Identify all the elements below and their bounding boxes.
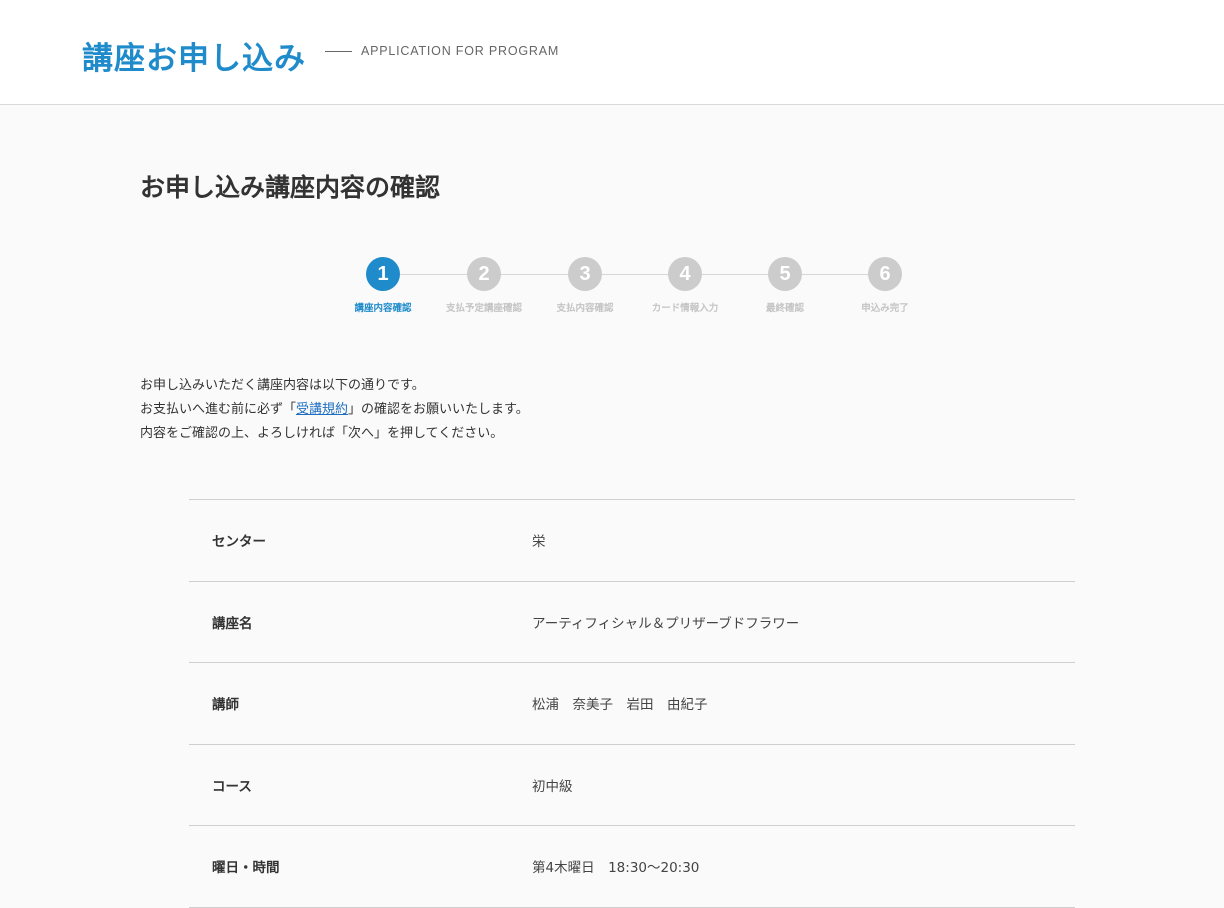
intro-line-2-before: お支払いへ進む前に必ず「 (140, 402, 297, 417)
step-1-circle: 1 (366, 257, 400, 291)
intro-line-2-after: 」の確認をお願いいたします。 (348, 402, 529, 417)
schedule-value: 第4木曜日 18:30〜20:30 (532, 860, 700, 877)
title-divider (325, 51, 352, 52)
table-row: 曜日・時間 第4木曜日 18:30〜20:30 (189, 826, 1075, 908)
step-4-circle: 4 (668, 257, 702, 291)
table-row: コース 初中級 (189, 744, 1075, 826)
site-title: 講座お申し込み (82, 41, 306, 77)
course-name-value: アーティフィシャル＆プリザーブドフラワー (532, 615, 800, 632)
intro-line-3: 内容をご確認の上、よろしければ「次へ」を押してください。 (140, 426, 504, 441)
table-row: センター 栄 (189, 500, 1075, 582)
step-1-label: 講座内容確認 (354, 303, 412, 314)
instructor-label: 講師 (212, 697, 239, 714)
step-4-label: カード情報入力 (651, 303, 719, 314)
step-3-circle: 3 (568, 257, 602, 291)
step-5-circle: 5 (768, 257, 802, 291)
course-level-value: 初中級 (532, 778, 573, 795)
table-row: 講座名 アーティフィシャル＆プリザーブドフラワー (189, 581, 1075, 663)
step-6-label: 申込み完了 (861, 303, 909, 314)
progress-steps: 1 2 3 4 5 6 講座内容確認 支払予定講座確認 支払内容確認 カード情報… (0, 106, 1224, 356)
site-subtitle: APPLICATION FOR PROGRAM (361, 44, 560, 58)
step-3-label: 支払内容確認 (556, 303, 614, 314)
course-details-table: センター 栄 講座名 アーティフィシャル＆プリザーブドフラワー 講師 松浦 奈美… (189, 499, 1075, 908)
center-value: 栄 (532, 534, 546, 551)
step-2-label: 支払予定講座確認 (445, 303, 522, 314)
step-6-circle: 6 (868, 257, 902, 291)
site-header: 講座お申し込み APPLICATION FOR PROGRAM (0, 0, 1224, 105)
instructor-value: 松浦 奈美子 岩田 由紀子 (532, 697, 708, 714)
intro-text: お申し込みいただく講座内容は以下の通りです。 お支払いへ進む前に必ず「受講規約」… (140, 374, 840, 446)
course-name-label: 講座名 (212, 615, 253, 632)
terms-link[interactable]: 受講規約 (296, 402, 348, 417)
intro-line-2: お支払いへ進む前に必ず「受講規約」の確認をお願いいたします。 (140, 398, 840, 422)
schedule-label: 曜日・時間 (212, 860, 280, 877)
step-2-circle: 2 (467, 257, 501, 291)
table-row: 講師 松浦 奈美子 岩田 由紀子 (189, 663, 1075, 745)
course-level-label: コース (212, 778, 252, 795)
step-5-label: 最終確認 (765, 303, 804, 314)
main-content: お申し込み講座内容の確認 1 2 3 4 5 6 講座内容確認 支払予定講座確認… (0, 106, 1224, 908)
intro-line-1: お申し込みいただく講座内容は以下の通りです。 (140, 378, 425, 393)
center-label: センター (212, 534, 266, 551)
